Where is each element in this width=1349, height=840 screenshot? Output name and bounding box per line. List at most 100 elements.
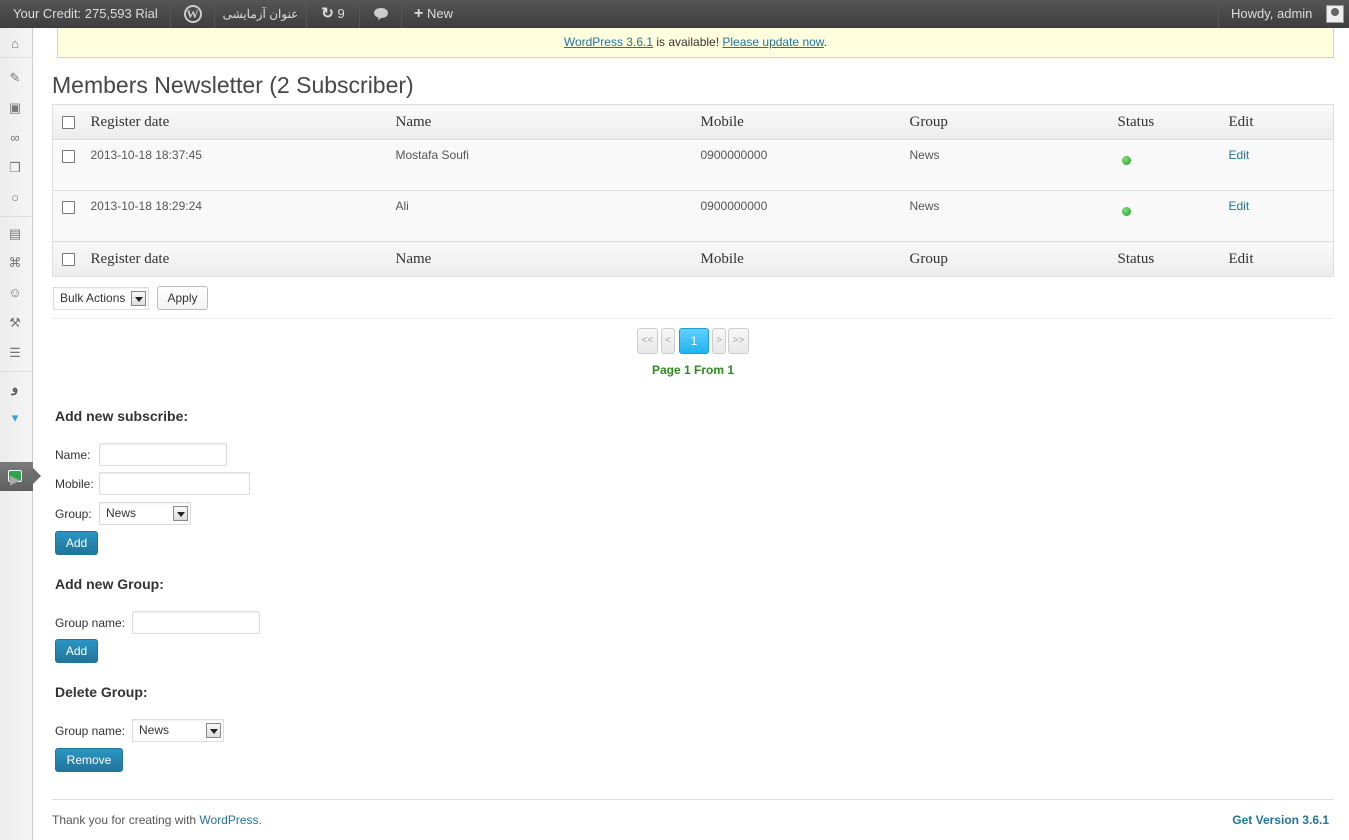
refresh-icon: ↻	[321, 5, 334, 22]
select-all-cell-footer	[52, 241, 86, 277]
pager-last[interactable]: >>	[728, 328, 749, 354]
page-title: Members Newsletter (2 Subscriber)	[52, 72, 414, 98]
cell-edit: Edit	[1223, 190, 1334, 242]
cell-status	[1112, 139, 1224, 191]
plus-icon: +	[414, 5, 424, 22]
footer-thanks: Thank you for creating with WordPress.	[52, 813, 262, 827]
select-all-checkbox-footer[interactable]	[62, 252, 75, 266]
cell-name: Ali	[390, 190, 696, 242]
menu-separator	[0, 371, 33, 372]
col-register-date[interactable]: Register date	[85, 104, 391, 140]
delete-group-select[interactable]: News	[132, 719, 224, 742]
comments-icon[interactable]: ○	[6, 189, 24, 207]
cell-name: Mostafa Soufi	[390, 139, 696, 191]
cell-mobile: 0900000000	[695, 139, 905, 191]
plugins-icon[interactable]: ⌘	[6, 254, 24, 272]
pager-prev[interactable]: <	[661, 328, 675, 354]
group-select[interactable]: News	[99, 502, 191, 525]
col-register-date-footer[interactable]: Register date	[85, 241, 391, 277]
col-edit[interactable]: Edit	[1223, 104, 1334, 140]
cell-edit: Edit	[1223, 139, 1334, 191]
account-menu[interactable]: Howdy, admin	[1218, 0, 1349, 28]
settings-icon[interactable]: ☰	[6, 344, 24, 362]
site-name-link[interactable]: عنوان آزمایشی	[215, 0, 307, 28]
appearance-icon[interactable]: ▤	[6, 225, 24, 243]
remove-group-button[interactable]: Remove	[55, 748, 123, 772]
col-group[interactable]: Group	[904, 104, 1113, 140]
cell-date: 2013-10-18 18:37:45	[85, 139, 391, 191]
col-group-footer[interactable]: Group	[904, 241, 1113, 277]
cell-mobile: 0900000000	[695, 190, 905, 242]
col-mobile[interactable]: Mobile	[695, 104, 905, 140]
get-version-link[interactable]: Get Version 3.6.1	[1232, 813, 1329, 827]
row-checkbox[interactable]	[62, 201, 75, 215]
users-icon[interactable]: ☺	[6, 284, 24, 302]
name-input[interactable]	[99, 443, 227, 466]
wordpress-footer-link[interactable]: WordPress	[199, 813, 258, 827]
chevron-down-icon	[206, 723, 221, 738]
new-content-menu[interactable]: + New	[402, 0, 472, 28]
wp-menu[interactable]: W	[171, 0, 215, 28]
col-status-footer[interactable]: Status	[1112, 241, 1224, 277]
chevron-down-icon	[173, 506, 188, 521]
page-info: Page 1 From 1	[651, 363, 735, 377]
col-name[interactable]: Name	[390, 104, 696, 140]
edit-link[interactable]: Edit	[1229, 148, 1250, 162]
add-subscriber-button[interactable]: Add	[55, 531, 98, 555]
dashboard-icon[interactable]: ⌂	[6, 35, 24, 53]
comment-bubble-icon	[373, 8, 388, 21]
edit-link[interactable]: Edit	[1229, 199, 1250, 213]
please-update-link[interactable]: Please update now	[722, 35, 823, 49]
divider	[52, 318, 1334, 319]
add-group-heading: Add new Group:	[55, 576, 164, 592]
table-header-row: Register date Name Mobile Group Status E…	[52, 104, 1334, 140]
col-mobile-footer[interactable]: Mobile	[695, 241, 905, 277]
col-status[interactable]: Status	[1112, 104, 1224, 140]
notice-end: .	[823, 35, 828, 49]
site-name: عنوان آزمایشی	[222, 7, 299, 21]
pager-first[interactable]: <<	[637, 328, 658, 354]
pages-icon[interactable]: ❒	[6, 159, 24, 177]
pager-next[interactable]: >	[712, 328, 726, 354]
chevron-down-icon	[131, 291, 146, 306]
howdy-text: Howdy, admin	[1231, 6, 1313, 21]
bulk-actions-value: Bulk Actions	[60, 291, 126, 305]
status-active-icon	[1121, 156, 1131, 165]
col-edit-footer[interactable]: Edit	[1223, 241, 1334, 277]
select-all-cell	[52, 104, 86, 140]
mobile-input[interactable]	[99, 472, 250, 495]
status-active-icon	[1121, 207, 1131, 216]
update-notice: WordPress 3.6.1 is available! Please upd…	[57, 28, 1334, 58]
delete-group-select-value: News	[139, 723, 170, 737]
col-name-footer[interactable]: Name	[390, 241, 696, 277]
media-icon[interactable]: ▣	[6, 99, 24, 117]
comments-link[interactable]	[360, 0, 402, 28]
links-icon[interactable]: ∞	[6, 129, 24, 147]
persian-plugin-icon[interactable]: و	[6, 379, 24, 397]
subscribers-table: Register date Name Mobile Group Status E…	[52, 104, 1334, 277]
posts-pin-icon[interactable]: ✎	[6, 69, 24, 87]
table-row: 2013-10-18 18:29:24 Ali 0900000000 News …	[52, 190, 1334, 242]
delete-group-name-label: Group name:	[55, 724, 126, 738]
add-group-button[interactable]: Add	[55, 639, 98, 663]
menu-separator	[0, 57, 33, 58]
wordpress-logo-icon: W	[183, 5, 202, 23]
credit-display[interactable]: Your Credit: 275,593 Rial	[0, 0, 171, 28]
apply-button[interactable]: Apply	[157, 286, 208, 310]
collapse-menu-icon[interactable]: ▶	[6, 471, 24, 489]
select-all-checkbox[interactable]	[62, 115, 75, 129]
wordpress-version-link[interactable]: WordPress 3.6.1	[564, 35, 653, 49]
avatar	[1326, 5, 1344, 23]
footer-thanks-text: Thank you for creating with	[52, 813, 200, 827]
pager-current[interactable]: 1	[679, 328, 709, 354]
group-name-input[interactable]	[132, 611, 260, 634]
bulk-actions-select[interactable]: Bulk Actions	[53, 287, 149, 310]
admin-menu: ⌂ ✎ ▣ ∞ ❒ ○ ▤ ⌘ ☺ ⚒ ☰ و ▾ ▶	[0, 28, 41, 840]
notice-text: is available!	[653, 35, 723, 49]
cell-group: News	[904, 190, 1113, 242]
updates-link[interactable]: ↻ 9	[307, 0, 360, 28]
tools-icon[interactable]: ⚒	[6, 314, 24, 332]
row-checkbox[interactable]	[62, 150, 75, 164]
cell-status	[1112, 190, 1224, 242]
basket-icon[interactable]: ▾	[6, 409, 24, 427]
